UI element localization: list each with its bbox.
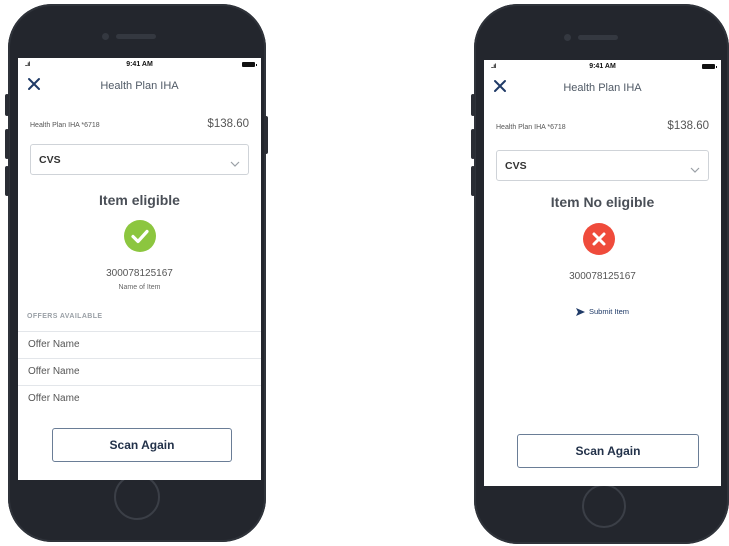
x-icon (583, 223, 615, 255)
store-select-value: CVS (505, 160, 527, 172)
offer-name: Offer Name (28, 393, 80, 404)
side-button (471, 94, 475, 116)
phone-right: ..ıl 9:41 AM Health Plan IHA Health Plan… (471, 4, 729, 544)
side-button (471, 129, 475, 159)
send-arrow-icon (575, 308, 585, 317)
store-select[interactable]: CVS (496, 150, 709, 181)
page-title: Health Plan IHA (563, 82, 642, 94)
side-button (264, 116, 268, 154)
side-button (5, 129, 9, 159)
battery-icon (242, 62, 257, 67)
item-code: 300078125167 (569, 271, 636, 282)
submit-item-label: Submit Item (588, 307, 629, 316)
scan-again-button[interactable]: Scan Again (517, 434, 699, 468)
page-title: Health Plan IHA (100, 80, 179, 92)
status-bar: ..ıl 9:41 AM (18, 58, 261, 72)
status-bar: ..ıl 9:41 AM (484, 60, 721, 74)
offers-heading: OFFERS AVAILABLE (27, 313, 103, 320)
chevron-down-icon (690, 161, 700, 173)
offer-item[interactable]: Offer Name (18, 358, 261, 385)
offer-item[interactable]: Offer Name (18, 385, 261, 412)
checkmark-icon (124, 220, 156, 252)
account-amount: $138.60 (207, 118, 249, 130)
home-button[interactable] (114, 474, 160, 520)
store-select[interactable]: CVS (30, 144, 249, 175)
speaker (116, 34, 156, 39)
battery-icon (702, 64, 717, 69)
submit-item-link[interactable]: Submit Item (484, 307, 721, 317)
side-button (5, 94, 9, 116)
offer-item[interactable]: Offer Name (18, 331, 261, 358)
phone-screen: ..ıl 9:41 AM Health Plan IHA Health Plan… (18, 58, 261, 480)
side-button (471, 166, 475, 196)
offer-name: Offer Name (28, 339, 80, 350)
home-button[interactable] (582, 484, 626, 528)
account-amount: $138.60 (667, 120, 709, 132)
scan-again-button[interactable]: Scan Again (52, 428, 232, 462)
camera (564, 34, 571, 41)
item-code: 300078125167 (106, 268, 173, 279)
phone-screen: ..ıl 9:41 AM Health Plan IHA Health Plan… (484, 60, 721, 486)
eligibility-status: Item eligible (99, 192, 180, 208)
camera (102, 33, 109, 40)
status-time: 9:41 AM (126, 61, 153, 68)
offer-name: Offer Name (28, 366, 80, 377)
chevron-down-icon (230, 155, 240, 167)
speaker (578, 35, 618, 40)
phone-left: ..ıl 9:41 AM Health Plan IHA Health Plan… (5, 4, 268, 542)
status-time: 9:41 AM (589, 63, 616, 70)
account-label: Health Plan IHA *6718 (30, 122, 100, 129)
store-select-value: CVS (39, 154, 61, 166)
eligibility-status: Item No eligible (550, 194, 655, 210)
account-label: Health Plan IHA *6718 (496, 124, 566, 131)
side-button (5, 166, 9, 196)
item-name: Name of Item (118, 284, 161, 291)
